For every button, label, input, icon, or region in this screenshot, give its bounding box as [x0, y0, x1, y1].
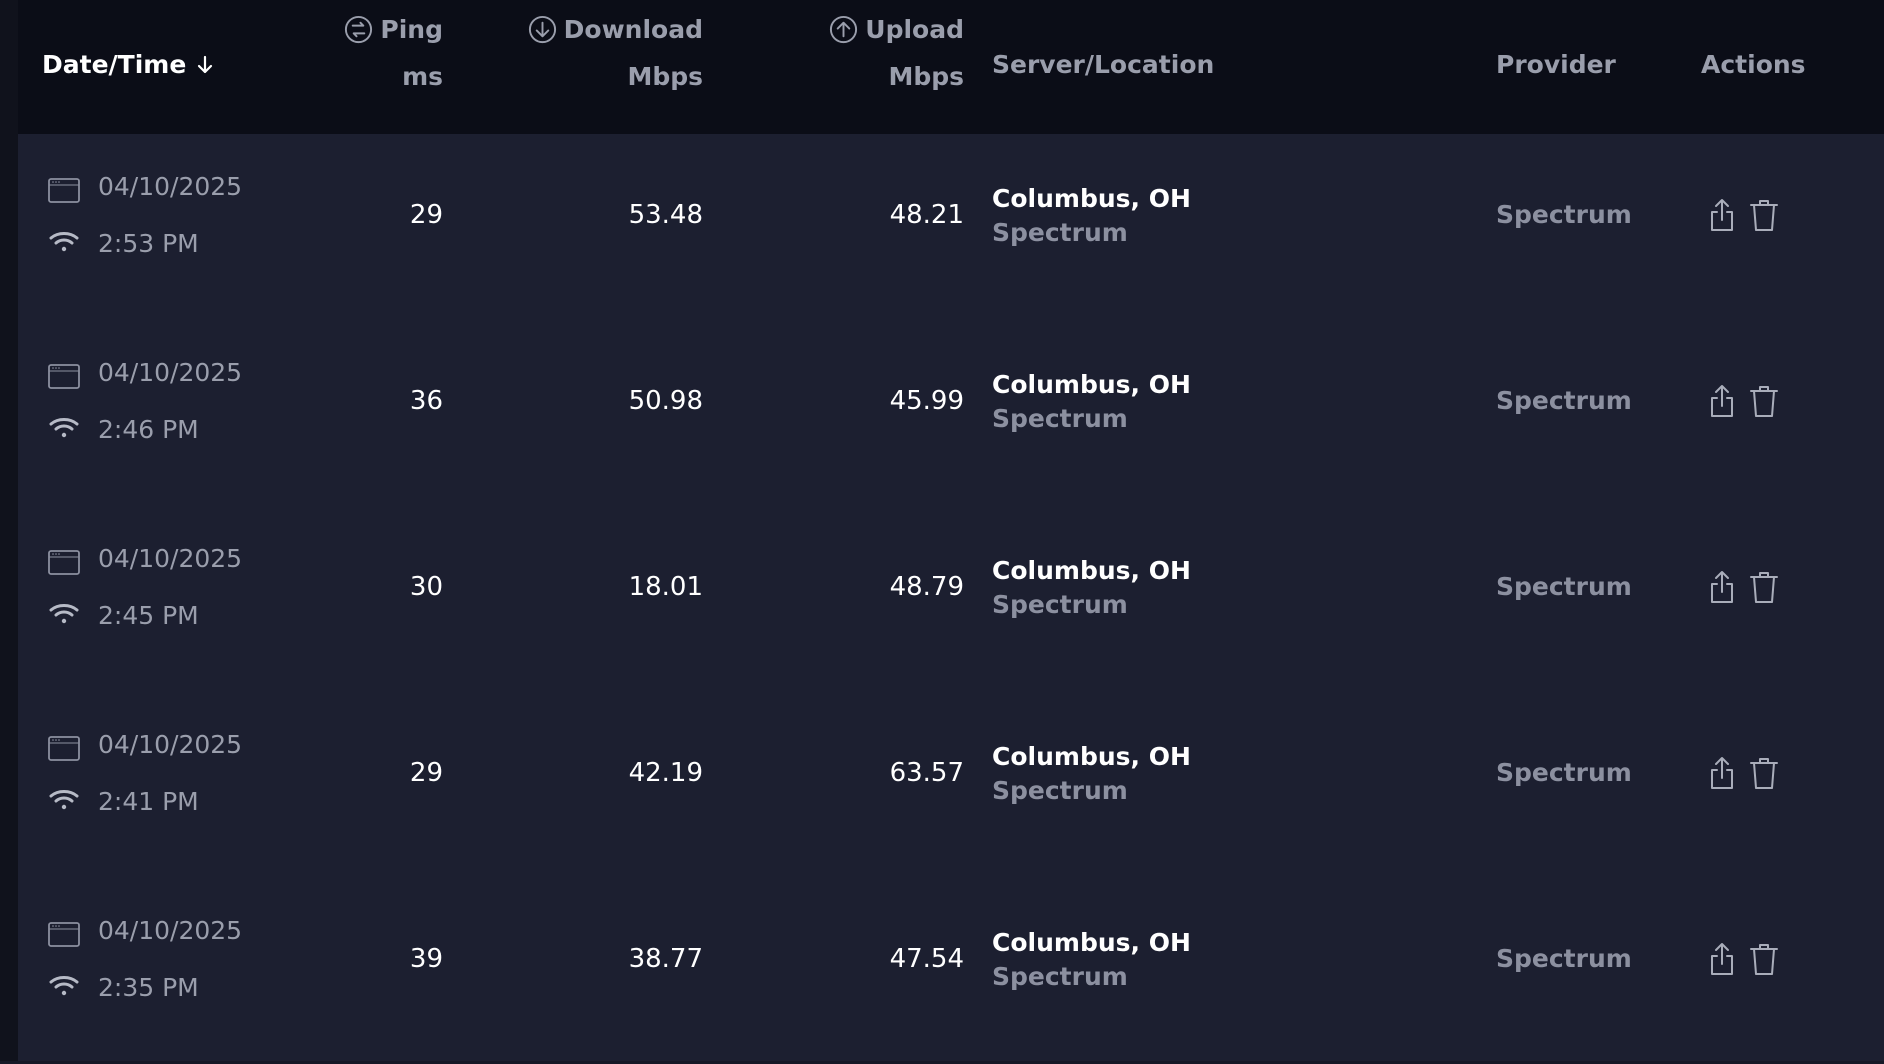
wifi-icon: [49, 232, 79, 252]
calendar-icon: [48, 364, 80, 389]
ping-icon: [345, 15, 373, 44]
server-name: Spectrum: [992, 218, 1128, 247]
provider-name: Spectrum: [1496, 758, 1632, 787]
delete-button[interactable]: [1748, 940, 1780, 978]
test-time: 2:41 PM: [98, 787, 199, 816]
trash-icon: [1750, 386, 1778, 417]
calendar-icon: [48, 922, 80, 947]
download-header-unit: Mbps: [627, 62, 703, 91]
server-location: Columbus, OH: [992, 184, 1191, 213]
delete-button[interactable]: [1748, 382, 1780, 420]
table-header: Date/Time Ping ms Download Mbps Upload M…: [18, 0, 1884, 134]
download-circle-icon: [528, 15, 556, 44]
calendar-icon: [48, 550, 80, 575]
upload-value: 48.21: [889, 200, 964, 230]
test-time: 2:53 PM: [98, 229, 199, 258]
share-icon: [1711, 757, 1733, 789]
share-icon: [1711, 943, 1733, 975]
share-icon: [1711, 385, 1733, 417]
trash-icon: [1750, 572, 1778, 603]
delete-button[interactable]: [1748, 568, 1780, 606]
share-button[interactable]: [1706, 568, 1738, 606]
trash-icon: [1750, 200, 1778, 231]
download-value: 18.01: [628, 572, 703, 602]
share-icon: [1711, 199, 1733, 231]
provider-header: Provider: [1496, 50, 1616, 79]
calendar-icon: [48, 178, 80, 203]
table-row: 04/10/2025 2:46 PM 36 50.98 45.99 Columb…: [18, 320, 1884, 506]
server-location: Columbus, OH: [992, 928, 1191, 957]
sort-date-time-header[interactable]: Date/Time: [42, 50, 216, 80]
wifi-icon: [49, 418, 79, 438]
wifi-icon: [49, 604, 79, 624]
download-value: 38.77: [628, 944, 703, 974]
download-value: 53.48: [628, 200, 703, 230]
share-button[interactable]: [1706, 754, 1738, 792]
table-row: 04/10/2025 2:41 PM 29 42.19 63.57 Columb…: [18, 692, 1884, 878]
table-row: 04/10/2025 2:45 PM 30 18.01 48.79 Columb…: [18, 506, 1884, 692]
server-name: Spectrum: [992, 404, 1128, 433]
upload-circle-icon: [830, 15, 858, 44]
table-row: 04/10/2025 2:35 PM 39 38.77 47.54 Columb…: [18, 878, 1884, 1064]
ping-value: 29: [409, 200, 443, 230]
download-header-label: Download: [563, 14, 703, 44]
left-edge: [0, 0, 18, 1061]
ping-header-unit: ms: [402, 62, 443, 91]
test-time: 2:45 PM: [98, 601, 199, 630]
upload-value: 63.57: [889, 758, 964, 788]
delete-button[interactable]: [1748, 754, 1780, 792]
upload-header-label: Upload: [865, 14, 964, 44]
share-button[interactable]: [1706, 940, 1738, 978]
date-time-header-label: Date/Time: [42, 50, 187, 79]
download-value: 50.98: [628, 386, 703, 416]
provider-name: Spectrum: [1496, 200, 1632, 229]
provider-name: Spectrum: [1496, 944, 1632, 973]
test-date: 04/10/2025: [98, 544, 243, 573]
test-date: 04/10/2025: [98, 358, 243, 387]
provider-name: Spectrum: [1496, 572, 1632, 601]
download-column-header: Download Mbps: [518, 14, 703, 94]
server-location: Columbus, OH: [992, 370, 1191, 399]
wifi-icon: [49, 976, 79, 996]
test-time: 2:35 PM: [98, 973, 199, 1002]
download-value: 42.19: [628, 758, 703, 788]
ping-value: 30: [409, 572, 443, 602]
actions-header: Actions: [1701, 50, 1806, 79]
server-location-header: Server/Location: [992, 50, 1215, 79]
test-date: 04/10/2025: [98, 730, 243, 759]
server-name: Spectrum: [992, 962, 1128, 991]
upload-column-header: Upload Mbps: [818, 14, 964, 94]
server-location: Columbus, OH: [992, 742, 1191, 771]
test-date: 04/10/2025: [98, 916, 243, 945]
upload-header-unit: Mbps: [888, 62, 964, 91]
test-date: 04/10/2025: [98, 172, 243, 201]
ping-value: 39: [409, 944, 443, 974]
wifi-icon: [49, 790, 79, 810]
server-name: Spectrum: [992, 776, 1128, 805]
arrow-down-icon: [198, 55, 213, 74]
test-time: 2:46 PM: [98, 415, 199, 444]
upload-value: 47.54: [889, 944, 964, 974]
provider-name: Spectrum: [1496, 386, 1632, 415]
share-icon: [1711, 571, 1733, 603]
upload-value: 48.79: [889, 572, 964, 602]
ping-header-label: Ping: [380, 14, 443, 44]
trash-icon: [1750, 758, 1778, 789]
server-location: Columbus, OH: [992, 556, 1191, 585]
table-row: 04/10/2025 2:53 PM 29 53.48 48.21 Columb…: [18, 134, 1884, 320]
trash-icon: [1750, 944, 1778, 975]
upload-value: 45.99: [889, 386, 964, 416]
ping-value: 36: [409, 386, 443, 416]
server-name: Spectrum: [992, 590, 1128, 619]
share-button[interactable]: [1706, 382, 1738, 420]
delete-button[interactable]: [1748, 196, 1780, 234]
results-table: Date/Time Ping ms Download Mbps Upload M…: [18, 0, 1884, 1061]
ping-value: 29: [409, 758, 443, 788]
calendar-icon: [48, 736, 80, 761]
ping-column-header: Ping ms: [328, 14, 443, 94]
share-button[interactable]: [1706, 196, 1738, 234]
